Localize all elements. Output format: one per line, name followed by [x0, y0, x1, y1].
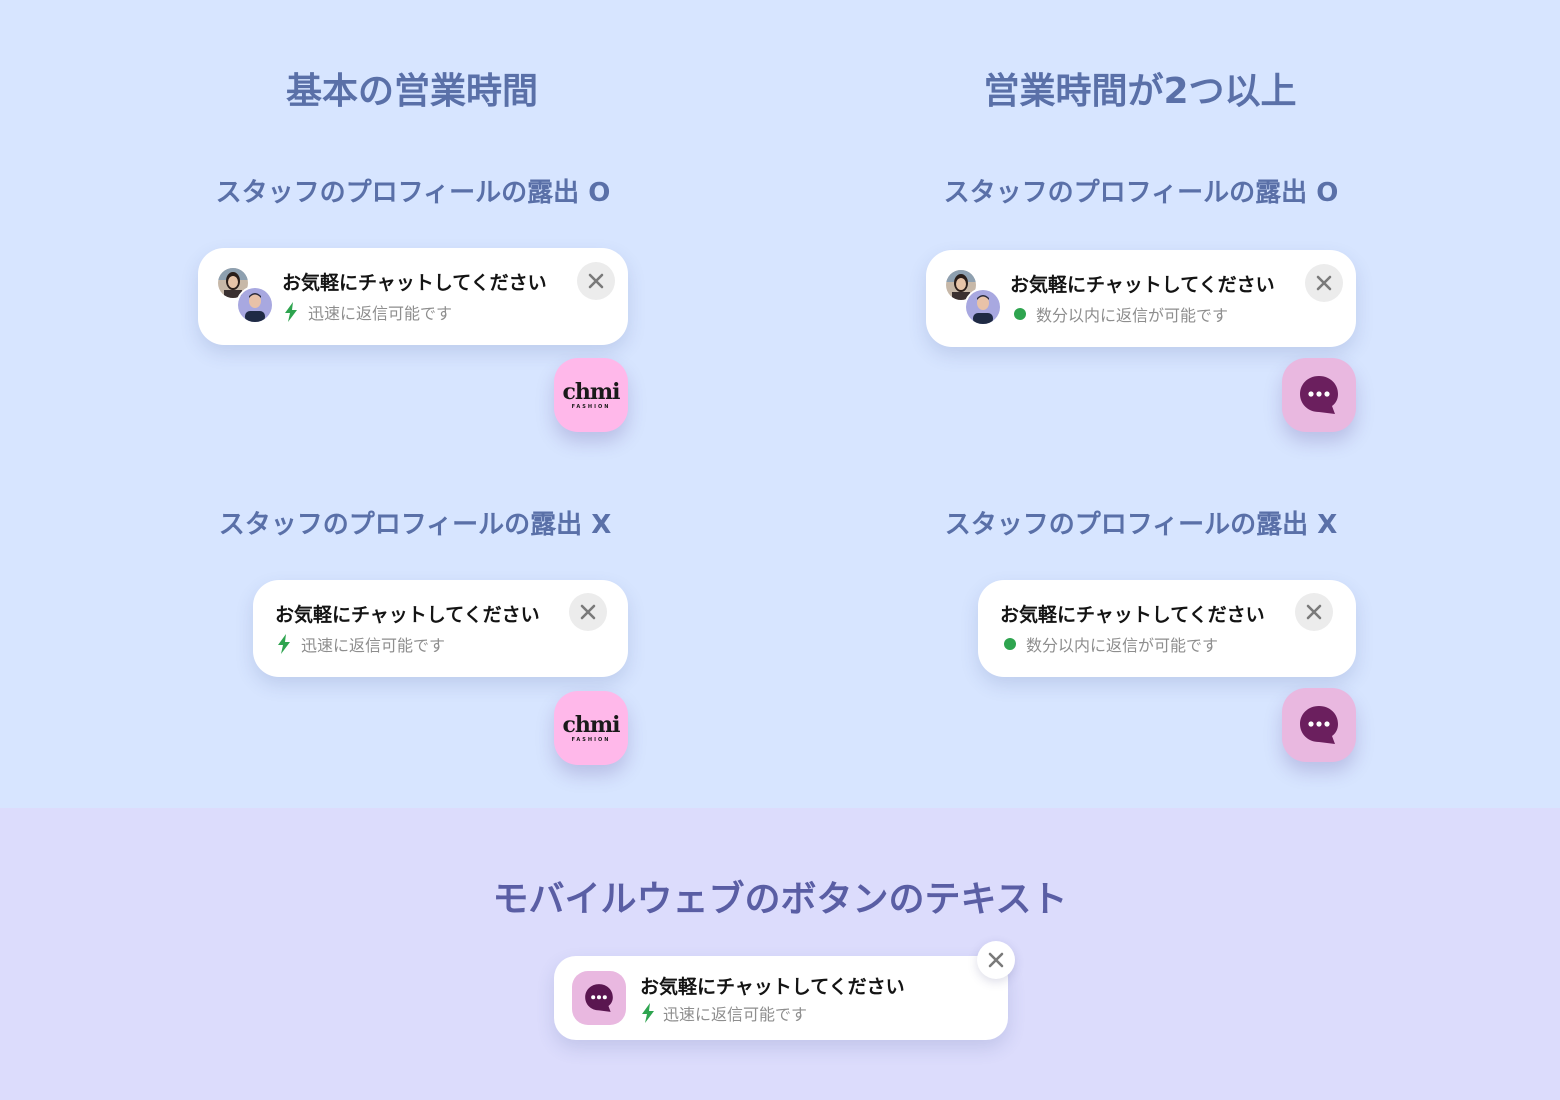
subheading-profile-off-left: スタッフのプロフィールの露出 X: [218, 510, 612, 540]
chat-bubble-icon: [585, 984, 613, 1012]
staff-avatar-2: [964, 288, 1002, 326]
brand-logo-subtitle: FASHION: [571, 736, 611, 743]
close-button[interactable]: [577, 262, 615, 300]
close-icon: [1316, 275, 1332, 291]
mobile-chat-icon-tile: [572, 971, 626, 1025]
chat-card-status: 迅速に返信可能です: [308, 304, 453, 323]
heading-mobile-web-button: モバイルウェブのボタンのテキスト: [492, 879, 1068, 920]
brand-launcher-button[interactable]: chmi FASHION: [554, 358, 628, 432]
green-dot-icon: [1004, 638, 1016, 650]
chat-card-multi-profile[interactable]: お気軽にチャットしてください 数分以内に返信が可能です: [926, 250, 1356, 347]
mobile-chat-button[interactable]: お気軽にチャットしてください 迅速に返信可能です: [554, 956, 1008, 1040]
chat-card-status: 数分以内に返信が可能です: [1036, 306, 1229, 325]
chat-card-basic-no-profile[interactable]: お気軽にチャットしてください 迅速に返信可能です: [253, 580, 628, 677]
chat-bubble-icon: [1300, 706, 1338, 744]
brand-logo: chmi: [562, 378, 620, 405]
close-icon: [988, 952, 1004, 968]
chat-card-multi-no-profile[interactable]: お気軽にチャットしてください 数分以内に返信が可能です: [978, 580, 1356, 677]
chat-card-title: お気軽にチャットしてください: [1000, 604, 1265, 626]
chat-bubble-icon: [1300, 376, 1338, 414]
heading-basic-hours: 基本の営業時間: [285, 71, 538, 112]
bottom-section-background: [0, 808, 1560, 1100]
close-button[interactable]: [1295, 593, 1333, 631]
close-button[interactable]: [569, 593, 607, 631]
brand-logo: chmi: [562, 711, 620, 738]
staff-avatar-2: [236, 286, 274, 324]
chat-card-status: 迅速に返信可能です: [663, 1005, 808, 1024]
lightning-icon: [277, 634, 291, 658]
brand-launcher-button[interactable]: chmi FASHION: [554, 691, 628, 765]
heading-multiple-hours: 営業時間が2つ以上: [983, 71, 1297, 112]
lightning-icon: [284, 302, 298, 326]
close-button[interactable]: [977, 941, 1015, 979]
chat-card-status: 数分以内に返信が可能です: [1026, 636, 1219, 655]
subheading-profile-off-right: スタッフのプロフィールの露出 X: [944, 510, 1338, 540]
brand-logo-subtitle: FASHION: [571, 403, 611, 410]
lightning-icon: [641, 1003, 655, 1027]
chat-launcher-button[interactable]: [1282, 358, 1356, 432]
chat-card-title: お気軽にチャットしてください: [640, 976, 905, 998]
close-icon: [1306, 604, 1322, 620]
chat-card-title: お気軽にチャットしてください: [1010, 274, 1275, 296]
close-icon: [588, 273, 604, 289]
chat-card-title: お気軽にチャットしてください: [275, 604, 540, 626]
green-dot-icon: [1014, 308, 1026, 320]
subheading-profile-on-right: スタッフのプロフィールの露出 O: [943, 178, 1339, 208]
chat-card-title: お気軽にチャットしてください: [282, 272, 547, 294]
close-icon: [580, 604, 596, 620]
subheading-profile-on-left: スタッフのプロフィールの露出 O: [215, 178, 611, 208]
chat-card-basic-profile[interactable]: お気軽にチャットしてください 迅速に返信可能です: [198, 248, 628, 345]
close-button[interactable]: [1305, 264, 1343, 302]
chat-card-status: 迅速に返信可能です: [301, 636, 446, 655]
chat-launcher-button[interactable]: [1282, 688, 1356, 762]
